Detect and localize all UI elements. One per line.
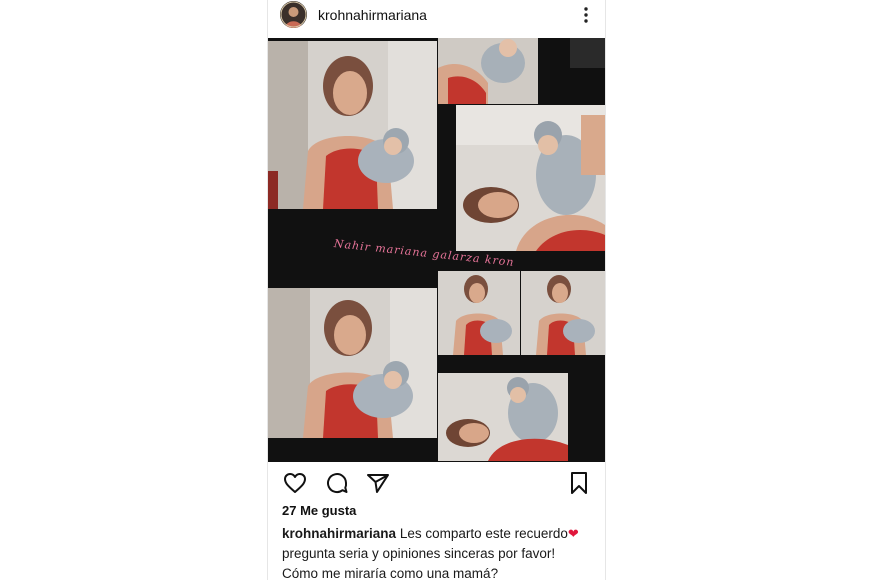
post-actions (268, 468, 605, 500)
caption-line-1: krohnahirmariana Les comparto este recue… (282, 524, 600, 544)
photo-mother-holding-baby-small (521, 271, 605, 355)
bookmark-icon[interactable] (566, 470, 592, 496)
caption-username[interactable]: krohnahirmariana (282, 526, 396, 541)
comment-bubble-icon[interactable] (324, 470, 350, 496)
post-image-collage[interactable]: Nahir mariana galarza kron (268, 38, 605, 462)
photo-mother-holding-baby-crop (438, 38, 538, 104)
post-caption: krohnahirmariana Les comparto este recue… (282, 524, 600, 580)
more-vertical-icon[interactable] (580, 5, 592, 25)
post-header: krohnahirmariana (268, 0, 605, 36)
photo-mother-holding-baby (268, 288, 437, 438)
caption-line-3: Cómo me miraría como una mamá? (282, 566, 499, 580)
red-heart-emoji: ❤ (567, 526, 579, 541)
heart-outline-icon[interactable] (282, 470, 308, 496)
instagram-post: krohnahirmariana Nahir mariana galarza k… (267, 0, 606, 580)
likes-count[interactable]: 27 Me gusta (282, 503, 356, 518)
photo-mother-with-baby-tilted-small (438, 373, 568, 461)
caption-text-1: Les comparto este recuerdo (399, 526, 568, 541)
paper-plane-icon[interactable] (365, 470, 391, 496)
photo-dark-edge (550, 38, 605, 104)
post-username[interactable]: krohnahirmariana (318, 7, 427, 23)
avatar[interactable] (280, 1, 307, 28)
photo-mother-with-baby-tilted (456, 105, 605, 251)
caption-line-2: pregunta seria y opiniones sinceras por … (282, 546, 556, 561)
photo-mother-holding-baby (268, 41, 437, 209)
photo-mother-holding-baby-small (438, 271, 520, 355)
